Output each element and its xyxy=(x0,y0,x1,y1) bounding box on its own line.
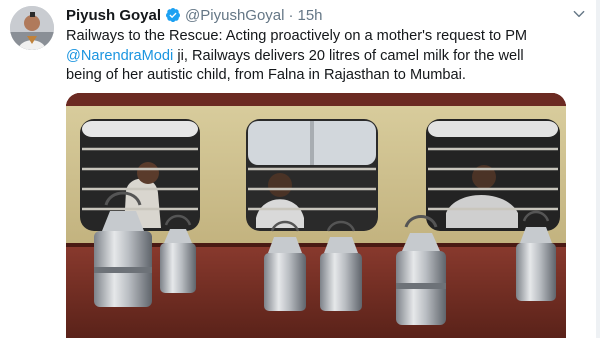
tweet-text-line-1: Railways to the Rescue: Acting proactive… xyxy=(66,28,528,44)
tweet-text-line-3: being of her autistic child, from Falna … xyxy=(66,67,466,83)
tweet-timestamp[interactable]: 15h xyxy=(297,7,322,24)
train-photo xyxy=(66,93,566,338)
header-separator: · xyxy=(288,6,294,24)
tweet-text-line-2-rest: ji, Railways delivers 20 litres of camel… xyxy=(173,47,524,64)
verified-badge-icon xyxy=(166,8,181,23)
scrollbar[interactable] xyxy=(596,0,600,338)
avatar-image xyxy=(10,6,54,50)
tweet-media-photo[interactable] xyxy=(66,93,566,338)
mention-link[interactable]: @NarendraModi xyxy=(66,48,173,64)
chevron-down-icon[interactable] xyxy=(572,7,586,21)
tweet-text: Railways to the Rescue: Acting proactive… xyxy=(66,27,586,86)
author-name[interactable]: Piyush Goyal xyxy=(66,7,161,24)
avatar[interactable] xyxy=(10,6,54,50)
author-handle[interactable]: @PiyushGoyal xyxy=(185,7,284,24)
tweet-text-line-2: @NarendraModi ji, Railways delivers 20 l… xyxy=(66,47,586,67)
tweet-card[interactable]: Piyush Goyal @PiyushGoyal · 15h Railways… xyxy=(0,0,600,338)
tweet-header: Piyush Goyal @PiyushGoyal · 15h xyxy=(66,5,323,25)
